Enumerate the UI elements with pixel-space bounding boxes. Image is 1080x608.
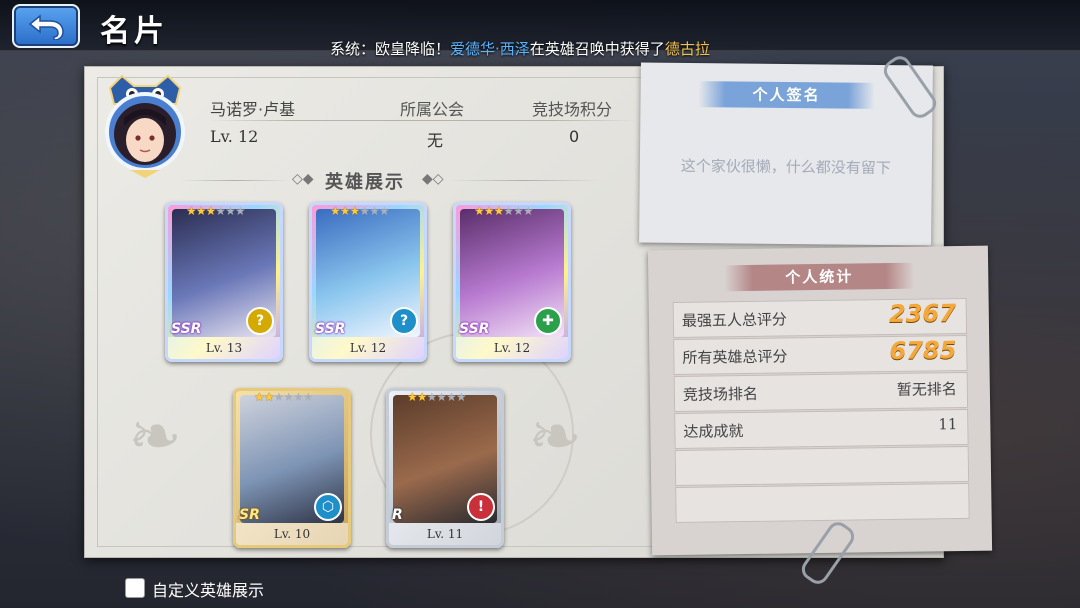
star-icon: ★	[369, 204, 380, 218]
hero-showcase-title: 英雄展示	[325, 172, 405, 193]
stat-label: 竞技场排名	[682, 384, 759, 404]
star-icon: ★	[359, 204, 370, 218]
back-button[interactable]	[12, 4, 80, 48]
sword-icon: !	[467, 493, 495, 521]
stats-note: 个人统计 最强五人总评分 2367 所有英雄总评分 6785 竞技场排名 暂无排…	[647, 245, 993, 556]
rarity-badge: SSR	[171, 321, 202, 337]
star-rating: ★★★★★★	[407, 390, 467, 404]
section-divider	[450, 180, 600, 181]
arena-score-value: 0	[569, 127, 580, 146]
broadcast-prefix: 系统：欧皇降临！	[330, 40, 451, 58]
rarity-badge: R	[392, 507, 403, 523]
star-icon: ★	[483, 204, 495, 218]
star-icon: ★	[263, 390, 275, 404]
star-icon: ★	[254, 390, 265, 404]
signature-text[interactable]: 这个家伙很懒，什么都没有留下	[640, 154, 932, 178]
hero-level: Lv. 11	[389, 523, 501, 545]
hero-card[interactable]: ★★★★★★ SSR ✚ Lv. 12	[453, 202, 571, 362]
star-rating: ★★★★★★	[330, 204, 390, 218]
cross-icon: ✚	[534, 307, 562, 335]
page-title: 名片	[100, 14, 168, 49]
rarity-badge: SSR	[315, 321, 346, 337]
stat-row: 最强五人总评分 2367	[672, 297, 968, 339]
star-icon: ★	[293, 390, 304, 404]
hero-level: Lv. 12	[456, 337, 568, 359]
stat-value: 11	[938, 415, 958, 434]
rarity-badge: SR	[239, 507, 260, 523]
arena-score-label: 竞技场积分	[532, 100, 613, 119]
guild-label: 所属公会	[400, 100, 465, 119]
star-icon: ★	[446, 390, 457, 404]
hero-card[interactable]: ★★★★★★ SSR? Lv. 12	[309, 202, 427, 362]
star-icon: ★	[493, 204, 505, 218]
player-name: 马诺罗·卢基	[210, 100, 296, 119]
player-avatar[interactable]	[100, 74, 190, 178]
diamond-ornament-icon: ◇◆	[292, 171, 314, 187]
star-icon: ★	[503, 204, 514, 218]
stat-row: 竞技场排名 暂无排名	[673, 371, 969, 413]
custom-showcase-checkbox[interactable]	[125, 578, 145, 598]
section-divider	[180, 180, 290, 181]
star-icon: ★	[330, 204, 341, 218]
star-icon: ★	[234, 204, 246, 218]
star-icon: ★	[205, 204, 217, 218]
question-icon: ?	[390, 307, 418, 335]
hero-card[interactable]: ★★★★★★ SR ⬡ Lv. 10	[233, 388, 351, 548]
stat-label: 达成成就	[683, 422, 744, 441]
stat-row: 达成成就 11	[674, 408, 969, 450]
stat-label: 所有英雄总评分	[682, 347, 788, 367]
rarity-badge: SSR	[459, 321, 490, 337]
star-icon: ★	[378, 204, 390, 218]
hero-card[interactable]: ★★★★★★ SSR? Lv. 13	[165, 202, 283, 362]
star-icon: ★	[513, 204, 524, 218]
stat-row: 所有英雄总评分 6785	[673, 334, 968, 376]
star-icon: ★	[283, 390, 294, 404]
custom-showcase-label[interactable]: 自定义英雄展示	[152, 577, 264, 601]
back-arrow-icon	[28, 14, 64, 40]
star-icon: ★	[225, 204, 236, 218]
star-icon: ★	[455, 390, 467, 404]
stat-value: 2367	[888, 299, 956, 329]
star-icon: ★	[215, 204, 226, 218]
stats-title: 个人统计	[724, 262, 915, 292]
star-icon: ★	[302, 390, 314, 404]
star-icon: ★	[273, 390, 285, 404]
stat-row	[674, 445, 970, 487]
star-rating: ★★★★★★	[474, 204, 534, 218]
diamond-ornament-icon: ◆◇	[422, 171, 444, 187]
broadcast-player-name[interactable]: 爱德华·西泽	[450, 40, 530, 58]
stat-value: 暂无排名	[896, 380, 957, 399]
star-rating: ★★★★★★	[186, 204, 246, 218]
hero-level: Lv. 10	[236, 523, 348, 545]
hero-card[interactable]: ★★★★★★ R! Lv. 11	[386, 388, 504, 548]
star-icon: ★	[436, 390, 447, 404]
star-icon: ★	[195, 204, 207, 218]
wing-decoration-icon: ❧	[128, 400, 182, 474]
info-divider	[208, 120, 638, 121]
stat-label: 最强五人总评分	[681, 310, 788, 330]
star-icon: ★	[426, 390, 438, 404]
star-icon: ★	[349, 204, 361, 218]
player-level: Lv. 12	[210, 127, 259, 146]
broadcast-middle: 在英雄召唤中获得了	[529, 40, 665, 58]
broadcast-hero-name[interactable]: 德古拉	[665, 40, 710, 58]
hero-level: Lv. 12	[312, 337, 424, 359]
shield-icon: ⬡	[314, 493, 342, 521]
question-icon: ?	[246, 307, 274, 335]
stat-row	[675, 482, 970, 524]
star-icon: ★	[522, 204, 534, 218]
wing-decoration-icon: ❧	[528, 400, 582, 474]
star-icon: ★	[339, 204, 351, 218]
star-rating: ★★★★★★	[254, 390, 314, 404]
star-icon: ★	[416, 390, 428, 404]
signature-note: 个人签名 这个家伙很懒，什么都没有留下	[639, 62, 933, 246]
system-broadcast: 系统：欧皇降临！爱德华·西泽在英雄召唤中获得了德古拉	[330, 38, 710, 59]
star-icon: ★	[407, 390, 418, 404]
stat-value: 6785	[889, 336, 957, 366]
guild-value: 无	[427, 131, 444, 150]
hero-level: Lv. 13	[168, 337, 280, 359]
star-icon: ★	[186, 204, 197, 218]
star-icon: ★	[474, 204, 485, 218]
signature-title: 个人签名	[698, 81, 875, 109]
